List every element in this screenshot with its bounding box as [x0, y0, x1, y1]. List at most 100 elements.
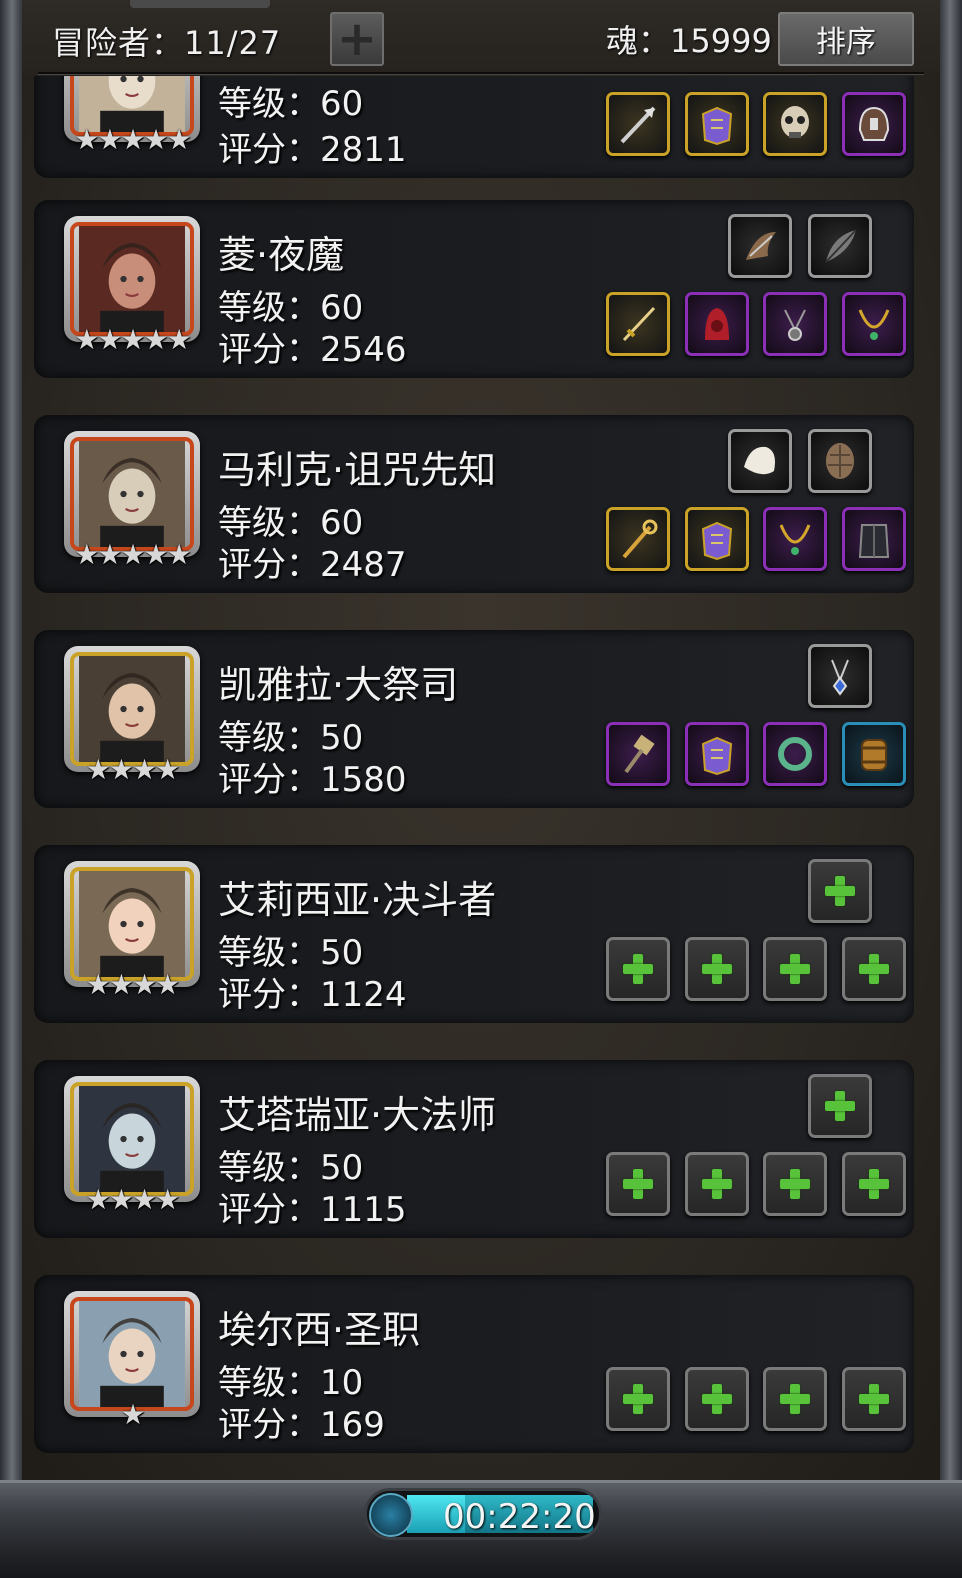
- hero-list[interactable]: ★★★★★ 等级：60 评分：2811 ★★★★★ 菱·夜魔 等级：60 评分：2546 ★★…: [0, 76, 962, 1480]
- spear-icon: [620, 106, 656, 144]
- hero-card[interactable]: ★★★★★ 菱·夜魔 等级：60 评分：2546: [34, 200, 914, 378]
- gear-slot[interactable]: [763, 92, 827, 156]
- empty-gear-slot[interactable]: [842, 1367, 906, 1431]
- fur-icon: [744, 446, 775, 475]
- empty-gear-slot[interactable]: [763, 937, 827, 1001]
- star-rating: ★★★★: [85, 753, 180, 786]
- add-accessory-icon: [778, 1167, 812, 1201]
- add-weapon-icon: [621, 1382, 655, 1416]
- add-armor-icon: [700, 952, 734, 986]
- hero-portrait[interactable]: ★★★★: [64, 646, 200, 786]
- hero-portrait-art: [79, 1301, 185, 1407]
- empty-gear-slot[interactable]: [606, 1367, 670, 1431]
- hero-score: 评分：1124: [218, 975, 407, 1015]
- hero-portrait-art: [79, 656, 185, 762]
- empty-gear-slot[interactable]: [685, 1367, 749, 1431]
- hero-portrait[interactable]: ★: [64, 1291, 200, 1431]
- timer-bar: 00:22:20: [364, 1488, 602, 1540]
- necklace-icon: [779, 524, 811, 555]
- gear-slot[interactable]: [808, 214, 872, 278]
- empty-gear-slot[interactable]: [842, 937, 906, 1001]
- gear-slot[interactable]: [808, 644, 872, 708]
- timer-text: 00:22:20: [443, 1497, 596, 1537]
- empty-gear-slot[interactable]: [685, 937, 749, 1001]
- gear-slot[interactable]: [763, 722, 827, 786]
- hero-name: 马利克·诅咒先知: [218, 448, 497, 492]
- gear-slot[interactable]: [685, 92, 749, 156]
- hero-portrait-art: [79, 1086, 185, 1192]
- armor-icon: [701, 106, 733, 146]
- armor-icon: [701, 736, 733, 776]
- gear-slot[interactable]: [685, 292, 749, 356]
- portrait-frame: [70, 652, 194, 766]
- gear-slot[interactable]: [808, 429, 872, 493]
- gear-slot[interactable]: [842, 507, 906, 571]
- add-relic-icon: [823, 1089, 857, 1123]
- empty-gear-slot[interactable]: [685, 1152, 749, 1216]
- feather-icon: [825, 229, 857, 263]
- gear-slot[interactable]: [842, 92, 906, 156]
- hammer-icon: [624, 734, 655, 774]
- star-rating: ★★★★: [85, 968, 180, 1001]
- empty-gear-slot[interactable]: [808, 1074, 872, 1138]
- gear-slot[interactable]: [606, 92, 670, 156]
- hero-portrait[interactable]: ★★★★★: [64, 216, 200, 356]
- gear-slot[interactable]: [728, 429, 792, 493]
- empty-gear-slot[interactable]: [763, 1152, 827, 1216]
- gear-slot[interactable]: [763, 292, 827, 356]
- empty-gear-slot[interactable]: [842, 1152, 906, 1216]
- add-adventurer-button[interactable]: +: [330, 12, 384, 66]
- necklace-icon: [858, 309, 890, 340]
- hero-card[interactable]: ★★★★ 艾莉西亚·决斗者 等级：50 评分：1124: [34, 845, 914, 1023]
- hero-portrait[interactable]: ★★★★★: [64, 431, 200, 571]
- hood-icon: [705, 308, 729, 340]
- add-accessory-icon: [778, 1382, 812, 1416]
- hero-card[interactable]: ★★★★★ 等级：60 评分：2811: [34, 76, 914, 178]
- hero-portrait[interactable]: ★★★★: [64, 861, 200, 1001]
- portrait-frame: [70, 437, 194, 551]
- skull-mask-icon: [781, 106, 809, 138]
- hero-card[interactable]: ★ 埃尔西·圣职 等级：10 评分：169: [34, 1275, 914, 1453]
- armor-icon: [701, 521, 733, 561]
- gear-slot[interactable]: [842, 292, 906, 356]
- add-accessory-icon: [857, 952, 891, 986]
- gear-slot[interactable]: [685, 507, 749, 571]
- empty-gear-slot[interactable]: [808, 859, 872, 923]
- hero-portrait[interactable]: ★★★★★: [64, 76, 200, 156]
- add-accessory-icon: [857, 1382, 891, 1416]
- helmet-icon: [858, 106, 890, 141]
- empty-gear-slot[interactable]: [606, 937, 670, 1001]
- gear-slot[interactable]: [728, 214, 792, 278]
- hero-name: 艾莉西亚·决斗者: [218, 878, 497, 922]
- gear-slot[interactable]: [842, 722, 906, 786]
- hero-card[interactable]: ★★★★ 艾塔瑞亚·大法师 等级：50 评分：1115: [34, 1060, 914, 1238]
- portrait-frame: [70, 867, 194, 981]
- hero-score: 评分：2487: [218, 545, 407, 585]
- header-divider: [38, 72, 924, 75]
- hero-name: 凯雅拉·大祭司: [218, 663, 459, 707]
- gear-slot[interactable]: [685, 722, 749, 786]
- gear-slot[interactable]: [606, 722, 670, 786]
- star-rating: ★★★★★: [74, 123, 192, 156]
- hero-card[interactable]: ★★★★★ 马利克·诅咒先知 等级：60 评分：2487: [34, 415, 914, 593]
- barrel-icon: [861, 739, 887, 771]
- gear-slot[interactable]: [606, 507, 670, 571]
- star-rating: ★: [120, 1398, 145, 1431]
- adventurer-count: 冒险者：11/27: [52, 24, 282, 62]
- gear-slot[interactable]: [763, 507, 827, 571]
- empty-gear-slot[interactable]: [763, 1367, 827, 1431]
- claw-icon: [746, 232, 776, 260]
- hero-portrait[interactable]: ★★★★: [64, 1076, 200, 1216]
- hero-score: 评分：2811: [218, 130, 407, 170]
- portrait-frame: [70, 1082, 194, 1196]
- top-tab: [130, 0, 270, 8]
- add-weapon-icon: [621, 952, 655, 986]
- gear-slot[interactable]: [606, 292, 670, 356]
- sort-button[interactable]: 排序: [778, 12, 914, 66]
- add-relic-icon: [823, 874, 857, 908]
- hero-name: 等级：60: [218, 84, 364, 124]
- hero-name: 艾塔瑞亚·大法师: [218, 1093, 497, 1137]
- empty-gear-slot[interactable]: [606, 1152, 670, 1216]
- hero-card[interactable]: ★★★★ 凯雅拉·大祭司 等级：50 评分：1580: [34, 630, 914, 808]
- shell-icon: [826, 443, 854, 479]
